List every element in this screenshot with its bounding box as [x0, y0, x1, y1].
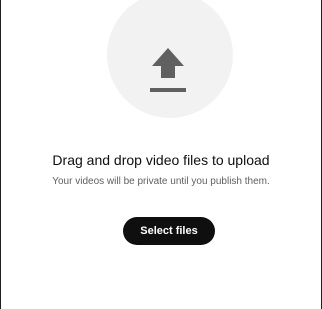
drop-zone[interactable]: Drag and drop video files to upload Your… [1, 0, 321, 309]
upload-privacy-note: Your videos will be private until you pu… [52, 176, 270, 187]
select-files-button[interactable]: Select files [123, 217, 215, 245]
upload-headline: Drag and drop video files to upload [52, 152, 270, 168]
upload-icon-circle[interactable] [107, 0, 233, 118]
upload-arrow-icon [150, 48, 186, 92]
upload-dialog: Drag and drop video files to upload Your… [0, 0, 322, 309]
